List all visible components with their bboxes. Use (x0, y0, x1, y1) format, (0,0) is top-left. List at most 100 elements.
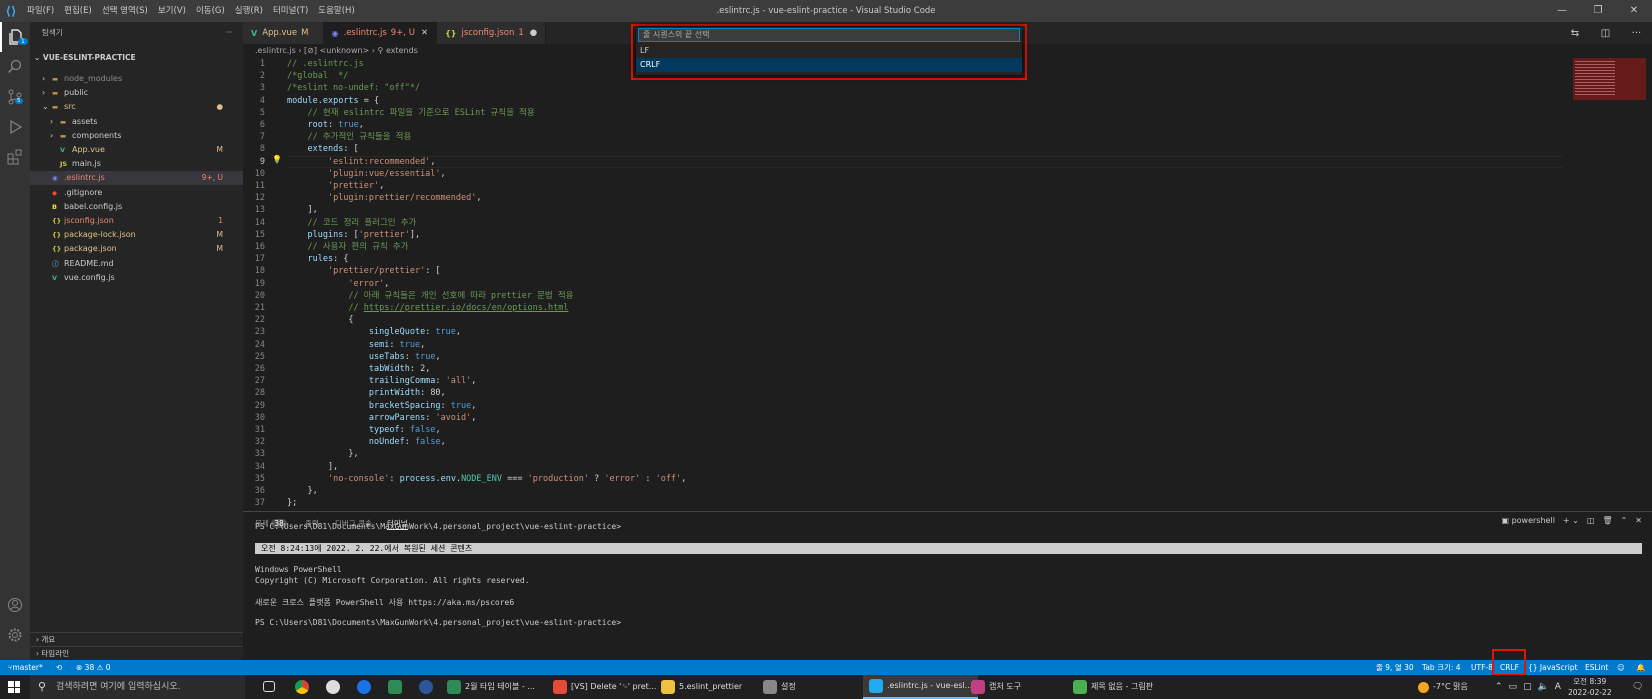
code-line[interactable]: root: true, (287, 119, 363, 131)
taskbar-app-6[interactable]: 제목 없음 - 그림판 (1073, 675, 1153, 699)
code-line[interactable]: semi: true, (287, 339, 425, 351)
tree-item-main-js[interactable]: JS main.js (30, 157, 243, 171)
editor-tab-app-vue[interactable]: V App.vue M (243, 22, 324, 44)
code-line[interactable]: /*eslint no-undef: "off"*/ (287, 82, 420, 94)
word-blue-icon[interactable] (419, 680, 433, 697)
code-line[interactable]: ], (287, 461, 338, 473)
quickpick-option-lf[interactable]: LF (636, 44, 1022, 58)
minimap[interactable] (1563, 58, 1652, 511)
code-line[interactable]: typeof: false, (287, 424, 441, 436)
new-terminal-icon[interactable]: + ⌄ (1563, 516, 1579, 525)
tab-size-indicator[interactable]: Tab 크기: 4 (1422, 660, 1461, 675)
open-changes-icon[interactable]: ⇆ (1571, 28, 1579, 39)
maximize-panel-icon[interactable]: ⌃ (1621, 516, 1628, 525)
minimize-button[interactable]: — (1544, 0, 1580, 22)
explorer-icon[interactable]: 1 (0, 22, 30, 52)
windows-start-icon[interactable] (8, 681, 20, 693)
code-line[interactable]: { (287, 314, 353, 326)
weather-widget[interactable]: -7°C 맑음 (1418, 675, 1468, 699)
editor-tab-jsconfig-json[interactable]: {} jsconfig.json 1 ● (437, 22, 547, 44)
taskbar-app-1[interactable]: [VS] Delete '␍' pret... (553, 675, 656, 699)
code-line[interactable]: 'error', (287, 278, 389, 290)
tree-item-components[interactable]: › ▬ components (30, 129, 243, 143)
menu-item-7[interactable]: 도움말(H) (313, 0, 359, 22)
settings-gear-icon[interactable] (0, 620, 30, 650)
encoding-indicator[interactable]: UTF-8 (1471, 660, 1493, 675)
timeline-section[interactable]: › 타임라인 (30, 646, 243, 660)
cursor-position[interactable]: 줄 9, 열 30 (1376, 660, 1414, 675)
word-green-icon[interactable] (388, 680, 402, 697)
code-editor[interactable]: 💡 1 2 3 4 5 6 7 8 9 10 11 12 13 14 15 16 17 18 19 20 21 22 23 2… (243, 58, 1563, 511)
split-editor-icon[interactable]: ◫ (1601, 28, 1610, 39)
app-icon-paw[interactable] (326, 680, 340, 697)
code-line[interactable]: // 아래 규칙들은 개인 선호에 따라 prettier 문법 적용 (287, 290, 573, 302)
menu-item-1[interactable]: 편집(E) (59, 0, 97, 22)
network-icon[interactable]: ▭ (1509, 675, 1518, 699)
code-line[interactable]: 'plugin:prettier/recommended', (287, 192, 482, 204)
tree-item-src[interactable]: ⌄ ▬ src ● (30, 100, 243, 114)
taskbar-app-0[interactable]: 2월 타임 테이블 - ... (447, 675, 535, 699)
quickpick-input[interactable]: 줄 시퀀스의 끝 선택 (638, 28, 1020, 42)
ime-indicator[interactable]: A (1555, 675, 1561, 699)
terminal-shell-selector[interactable]: ▣ powershell (1501, 516, 1554, 525)
clock[interactable]: 오전 8:39 2022-02-22 (1568, 676, 1612, 698)
code-line[interactable]: // 추가적인 규칙들을 적용 (287, 131, 411, 143)
tree-item-package-lock-json[interactable]: {} package-lock.json M (30, 228, 243, 242)
editor-tab-eslintrc-js[interactable]: ◉ .eslintrc.js 9+, U ✕ (323, 22, 438, 44)
language-mode[interactable]: {} JavaScript (1528, 660, 1578, 675)
code-line[interactable]: trailingComma: 'all', (287, 375, 477, 387)
code-line[interactable]: ], (287, 204, 317, 216)
tree-item-app-vue[interactable]: V App.vue M (30, 143, 243, 157)
taskbar-app-5[interactable]: 캡처 도구 (971, 675, 1021, 699)
source-control-icon[interactable]: 5 (0, 82, 30, 112)
tab-dirty-icon[interactable]: ● (530, 28, 537, 38)
account-icon[interactable] (0, 590, 30, 620)
kill-terminal-icon[interactable]: 🗑 (1602, 516, 1612, 525)
terminal-prompt[interactable]: PS C:\Users\D81\Documents\MaxGunWork\4.p… (255, 618, 621, 627)
taskbar-app-2[interactable]: 5.eslint_prettier (661, 675, 742, 699)
maps-icon[interactable] (357, 680, 371, 697)
code-line[interactable]: arrowParens: 'avoid', (287, 412, 477, 424)
tray-expand-icon[interactable]: ⌃ (1495, 675, 1503, 699)
code-line[interactable]: }, (287, 485, 317, 497)
code-line[interactable]: 'prettier', (287, 180, 384, 192)
taskbar-search-box[interactable]: 검색하려면 여기에 입력하십시오. (30, 675, 245, 699)
tree-item-node-modules[interactable]: › ▬ node_modules (30, 72, 243, 86)
taskbar-app-4[interactable]: .eslintrc.js - vue-esl... (863, 675, 979, 699)
explorer-more-button[interactable]: ··· (226, 22, 233, 44)
code-line[interactable]: extends: [ (287, 143, 358, 155)
quickpick-option-crlf[interactable]: CRLF (636, 58, 1022, 72)
volume-icon[interactable]: 🔈 (1538, 675, 1549, 699)
code-line[interactable]: module.exports = { (287, 95, 379, 107)
code-line[interactable]: // 코드 정리 플러그인 추가 (287, 217, 416, 229)
extensions-icon[interactable] (0, 142, 30, 172)
close-window-button[interactable]: ✕ (1616, 0, 1652, 22)
run-debug-icon[interactable] (0, 112, 30, 142)
code-line[interactable]: /*global */ (287, 70, 348, 82)
close-panel-icon[interactable]: ✕ (1635, 516, 1642, 525)
taskbar-app-3[interactable]: 설정 (763, 675, 796, 699)
split-terminal-icon[interactable]: ◫ (1587, 516, 1595, 525)
tree-item-assets[interactable]: › ▬ assets (30, 115, 243, 129)
tree-item-eslintrc-js[interactable]: ◉ .eslintrc.js 9+, U (30, 171, 243, 186)
code-line[interactable]: 'plugin:vue/essential', (287, 168, 446, 180)
project-folder-header[interactable]: ⌄ VUE-ESLINT-PRACTICE (30, 50, 243, 66)
code-line[interactable]: // .eslintrc.js (287, 58, 364, 70)
eslint-indicator[interactable]: ESLint (1585, 660, 1608, 675)
tab-close-icon[interactable]: ✕ (421, 28, 428, 38)
outline-section[interactable]: › 개요 (30, 632, 243, 646)
menu-item-6[interactable]: 터미널(T) (268, 0, 313, 22)
menu-item-3[interactable]: 보기(V) (153, 0, 191, 22)
problems-indicator[interactable]: ⊗ 38 ⚠ 0 (76, 660, 110, 675)
lightbulb-icon[interactable]: 💡 (272, 155, 282, 165)
code-line[interactable]: 'no-console': process.env.NODE_ENV === '… (287, 473, 686, 485)
tree-item-gitignore[interactable]: ◆ .gitignore (30, 186, 243, 200)
display-icon[interactable]: ▢ (1523, 675, 1532, 699)
feedback-icon[interactable]: ☺ (1617, 660, 1625, 675)
menu-item-0[interactable]: 파일(F) (22, 0, 59, 22)
code-line[interactable]: }, (287, 448, 358, 460)
code-line[interactable]: // 현재 eslintrc 파일을 기준으로 ESLint 규칙을 적용 (287, 107, 534, 119)
chrome-icon[interactable] (295, 680, 309, 697)
tree-item-babel-config-js[interactable]: Bbabel.config.js (30, 200, 243, 214)
tree-item-package-json[interactable]: {} package.json M (30, 242, 243, 256)
